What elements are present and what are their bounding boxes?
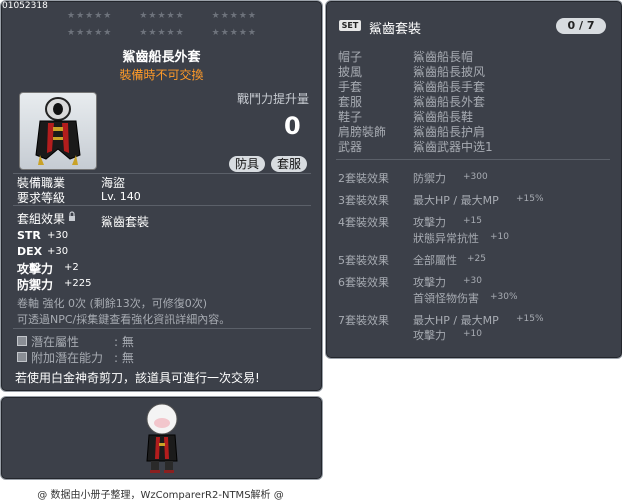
set-title: 鯊齒套裝 [369, 22, 422, 37]
item-tooltip-panel: ★★★★★ ★★★★★ ★★★★★ ★★★★★ ★★★★★ ★★★★★ 鯊齒船長… [0, 0, 323, 392]
set-effect-value: +30% [490, 292, 518, 302]
untradable-note: 裝備時不可交換 [119, 68, 204, 82]
set-effect-value: +30 [463, 276, 482, 286]
platinum-scissors-note: 若使用白金神奇剪刀，該道具可進行一次交易! [15, 371, 260, 385]
star-group: ★★★★★ [139, 11, 185, 21]
set-effect-name: 攻擊力 [413, 276, 446, 289]
set-effect-name: 攻擊力 [413, 216, 446, 229]
lock-icon [69, 211, 75, 221]
checkbox-icon [17, 336, 27, 346]
divider [13, 205, 311, 206]
set-effect-value: 鯊齒套裝 [101, 215, 150, 229]
star-force-row-2: ★★★★★ ★★★★★ ★★★★★ [67, 28, 257, 38]
additional-potential-value: : 無 [114, 351, 134, 365]
star-group: ★★★★★ [211, 11, 257, 21]
divider [336, 159, 610, 160]
set-effect-tier-label: 4套裝效果 [338, 216, 389, 229]
stat-value: +30 [47, 230, 69, 241]
set-effect-value: +15% [516, 194, 544, 204]
star-group: ★★★★★ [139, 28, 185, 38]
attack-increase-label: 戰鬥力提升量 [237, 92, 310, 106]
stat-name: 攻擊力 [17, 262, 54, 276]
star-group: ★★★★★ [67, 28, 113, 38]
attack-increase-value: 0 [284, 112, 301, 140]
set-effect-value: +15 [463, 216, 482, 226]
job-value: 海盜 [101, 176, 126, 190]
star-force-row-1: ★★★★★ ★★★★★ ★★★★★ [67, 11, 257, 21]
level-value: Lv. 140 [101, 190, 141, 203]
set-part-name: 鯊齒武器中选1 [413, 140, 493, 154]
stat-name: DEX [17, 245, 43, 258]
set-effect-name: 防禦力 [413, 172, 446, 185]
set-effect-name: 首領怪物伤害 [413, 292, 479, 305]
set-effect-value: +300 [463, 172, 488, 182]
set-effect-name: 狀態异常抗性 [413, 232, 479, 245]
level-label: 要求等級 [17, 191, 66, 205]
set-effect-tier-label: 7套裝效果 [338, 314, 389, 327]
set-effect-tier-label: 3套裝效果 [338, 194, 389, 207]
potential-label: 潛在屬性 [31, 335, 80, 349]
set-part-slot: 武器 [338, 140, 363, 154]
set-effect-tier-label: 5套裝效果 [338, 254, 389, 267]
npc-info-line: 可透過NPC/採集鍵查看強化資訊詳細內容。 [17, 313, 231, 326]
set-badge: SET [339, 20, 361, 31]
set-effect-value: +15% [516, 314, 544, 324]
divider [13, 328, 311, 329]
item-icon [19, 92, 97, 170]
set-effect-name: 最大HP / 最大MP [413, 194, 499, 207]
potential-value: : 無 [114, 335, 134, 349]
set-effect-value: +10 [463, 329, 482, 339]
scroll-upgrade-info: 卷軸 強化 0次 (剩餘13次，可修復0次) [17, 297, 208, 310]
stat-value: +30 [47, 246, 69, 257]
item-title: 鯊齒船長外套 [122, 50, 201, 65]
star-group: ★★★★★ [211, 28, 257, 38]
set-effect-tier-label: 2套裝效果 [338, 172, 389, 185]
checkbox-icon [17, 352, 27, 362]
set-effect-name: 最大HP / 最大MP [413, 314, 499, 327]
character-avatar-icon [146, 403, 178, 473]
captain-coat-icon [35, 97, 81, 165]
additional-potential-label: 附加潛在能力 [31, 351, 104, 365]
item-id: 01052318 [2, 1, 48, 11]
star-group: ★★★★★ [67, 11, 113, 21]
set-effect-tier-label: 6套裝效果 [338, 276, 389, 289]
category-tag-armor: 防具 [229, 156, 266, 172]
avatar-preview-panel [0, 396, 323, 480]
set-effect-value: +25 [467, 254, 486, 264]
stat-name: 防禦力 [17, 278, 54, 292]
set-effect-name: 全部屬性 [413, 254, 457, 267]
credits-footer: @ 数据由小册子整理，WzComparerR2-NTMS解析 @ [37, 490, 284, 501]
stat-value: +225 [64, 278, 92, 289]
set-effect-label: 套組效果 [17, 212, 66, 226]
set-effect-name: 攻擊力 [413, 329, 446, 342]
set-effect-value: +10 [490, 232, 509, 242]
category-tag-overall: 套服 [271, 156, 308, 172]
stat-value: +2 [64, 262, 79, 273]
set-count: 0 / 7 [556, 18, 606, 34]
stat-name: STR [17, 229, 41, 242]
